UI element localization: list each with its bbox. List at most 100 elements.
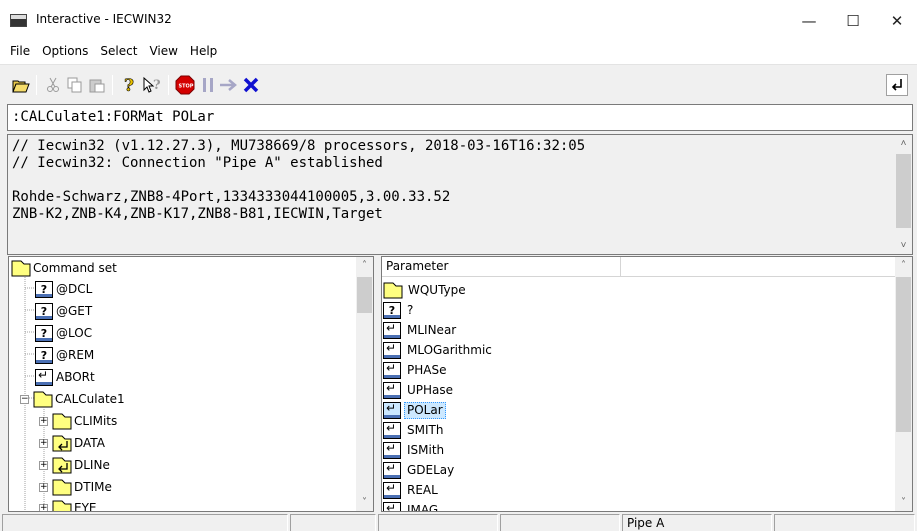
menu-help[interactable]: Help [184, 40, 223, 64]
context-help-icon[interactable]: ? [141, 74, 163, 96]
scroll-thumb[interactable] [357, 277, 372, 313]
output-line: Rohde-Schwarz,ZNB8-4Port,133433304410000… [12, 189, 451, 205]
open-icon[interactable] [10, 74, 32, 96]
parameter-row[interactable]: MLINear [383, 320, 459, 340]
expand-icon[interactable]: + [39, 482, 48, 492]
tree-item[interactable]: ABORt [35, 366, 95, 388]
column-header-value[interactable] [621, 257, 896, 277]
parameter-row[interactable]: ISMith [383, 440, 447, 460]
query-icon: ? [35, 280, 53, 298]
copy-icon[interactable] [64, 74, 86, 96]
parameter-row[interactable]: ? ? [383, 300, 416, 320]
scroll-up-icon[interactable]: ˄ [895, 135, 912, 152]
step-icon[interactable] [218, 74, 240, 96]
scroll-up-icon[interactable]: ˄ [356, 257, 373, 274]
tree-root[interactable]: Command set [11, 257, 117, 279]
scroll-down-icon[interactable]: ˅ [895, 494, 912, 511]
tree-item[interactable]: + DATA [39, 432, 105, 454]
parameter-label: MLOGarithmic [407, 342, 492, 357]
maximize-button[interactable]: ☐ [831, 4, 875, 38]
status-connection: Pipe A [622, 514, 772, 531]
enter-icon [383, 441, 401, 459]
tree-scrollbar[interactable]: ˄ ˅ [356, 257, 373, 511]
scroll-up-icon[interactable]: ˄ [895, 257, 912, 274]
enter-icon [383, 501, 401, 511]
command-input[interactable]: :CALCulate1:FORMat POLar [7, 104, 913, 131]
stop-icon[interactable]: STOP [174, 74, 196, 96]
pause-icon[interactable] [197, 74, 219, 96]
tree-item[interactable]: ? @LOC [35, 322, 92, 344]
cut-icon[interactable] [42, 74, 64, 96]
enter-icon [383, 341, 401, 359]
enter-icon [383, 461, 401, 479]
menu-view[interactable]: View [143, 40, 183, 64]
query-icon: ? [35, 346, 53, 364]
tree-item[interactable]: + DLINe [39, 454, 110, 476]
expand-icon[interactable]: + [39, 416, 48, 426]
folder-icon [33, 391, 53, 408]
title-bar: Interactive - IECWIN32 — ☐ ✕ [0, 0, 917, 40]
tree-item[interactable]: ? @DCL [35, 278, 92, 300]
scroll-thumb[interactable] [896, 277, 911, 432]
query-icon: ? [35, 324, 53, 342]
tree-item-label: EYE [74, 501, 97, 512]
scroll-thumb[interactable] [896, 154, 911, 228]
tree-item[interactable]: ? @GET [35, 300, 92, 322]
column-header-parameter[interactable]: Parameter [382, 257, 621, 277]
tree-item[interactable]: ? @REM [35, 344, 94, 366]
folder-icon [383, 282, 403, 299]
tree-item[interactable]: + EYE [39, 497, 97, 512]
parameter-list[interactable]: Parameter WQUType ? ? MLINear MLOGarithm… [381, 256, 913, 512]
parameter-row[interactable]: REAL [383, 480, 441, 500]
tree-item-label: @GET [56, 304, 93, 318]
scroll-down-icon[interactable]: ˅ [356, 494, 373, 511]
menu-select[interactable]: Select [94, 40, 143, 64]
scroll-down-icon[interactable]: ˅ [895, 237, 912, 254]
parameter-row[interactable]: GDELay [383, 460, 457, 480]
parameter-row[interactable]: SMITh [383, 420, 446, 440]
toolbar: ? ? STOP [0, 64, 917, 102]
return-icon[interactable] [886, 74, 908, 96]
status-bar: Pipe A [0, 513, 917, 531]
parameter-scrollbar[interactable]: ˄ ˅ [895, 257, 912, 511]
enter-icon [35, 368, 53, 386]
parameter-label: MLINear [407, 322, 457, 337]
expand-icon[interactable]: + [39, 438, 48, 448]
parameter-row[interactable]: PHASe [383, 360, 449, 380]
parameter-row-selected[interactable]: POLar [383, 400, 446, 420]
parameter-header: Parameter [382, 257, 896, 277]
folder-icon [11, 260, 31, 277]
command-tree[interactable]: Command set ? @DCL ? @GET ? @LOC ? @REM … [8, 256, 374, 512]
parameter-label: REAL [407, 482, 438, 497]
output-log[interactable]: // Iecwin32 (v1.12.27.3), MU738669/8 pro… [7, 134, 913, 255]
folder-icon [52, 479, 72, 496]
tree-item[interactable]: + CLIMits [39, 410, 117, 432]
paste-icon[interactable] [86, 74, 108, 96]
menu-options[interactable]: Options [36, 40, 94, 64]
collapse-icon[interactable]: − [20, 394, 29, 404]
enter-icon [383, 321, 401, 339]
help-icon[interactable]: ? [118, 74, 140, 96]
parameter-label: POLar [404, 401, 446, 419]
folder-icon [52, 413, 72, 430]
expand-icon[interactable]: + [39, 503, 48, 511]
parameter-row[interactable]: IMAG [383, 500, 441, 511]
expand-icon[interactable]: + [39, 460, 48, 470]
tree-item-label: DLINe [74, 458, 110, 472]
enter-icon [383, 481, 401, 499]
parameter-row[interactable]: MLOGarithmic [383, 340, 495, 360]
clear-icon[interactable] [240, 74, 262, 96]
status-cell [290, 514, 376, 531]
tree-item[interactable]: + DTIMe [39, 476, 112, 498]
parameter-row[interactable]: UPHase [383, 380, 456, 400]
output-scrollbar[interactable]: ˄ ˅ [895, 135, 912, 254]
minimize-button[interactable]: — [787, 4, 831, 38]
menu-file[interactable]: File [4, 40, 36, 64]
parameter-row[interactable]: WQUType [383, 280, 469, 300]
output-line: // Iecwin32 (v1.12.27.3), MU738669/8 pro… [12, 138, 586, 154]
close-button[interactable]: ✕ [875, 4, 917, 38]
tree-item[interactable]: − CALCulate1 [20, 388, 125, 410]
svg-text:?: ? [153, 78, 161, 93]
folder-enter-icon [52, 435, 72, 452]
